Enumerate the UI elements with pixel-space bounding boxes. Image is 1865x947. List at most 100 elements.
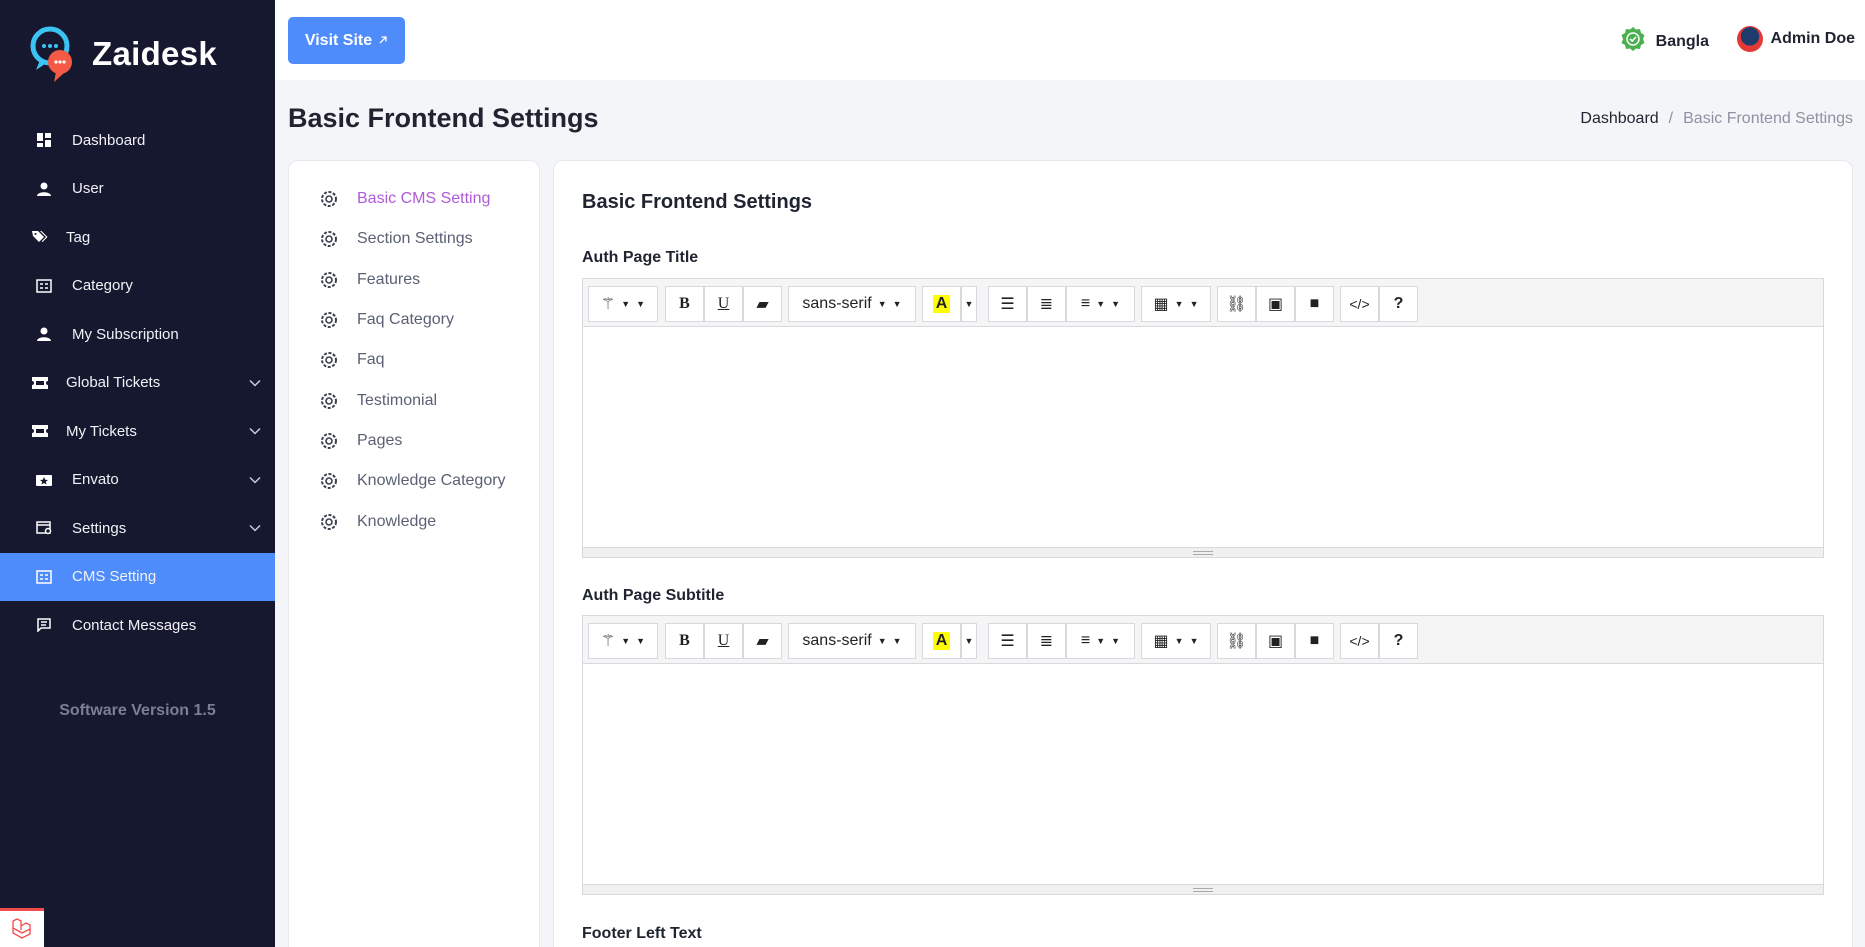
- sidebar-item-label: Dashboard: [72, 131, 146, 149]
- sidebar-item-global-tickets[interactable]: Global Tickets: [0, 359, 275, 408]
- settings-menu-knowledge-category[interactable]: Knowledge Category: [289, 461, 539, 501]
- bold-icon[interactable]: B: [665, 623, 704, 659]
- sidebar-item-category[interactable]: Category: [0, 262, 275, 311]
- table-icon[interactable]: ▦ ▼ ▼: [1141, 623, 1211, 659]
- settings-menu-features[interactable]: Features: [289, 260, 539, 300]
- envato-icon: [36, 472, 52, 488]
- underline-icon[interactable]: U: [704, 286, 743, 322]
- settings-form-card: Basic Frontend Settings Auth Page Title …: [553, 160, 1853, 947]
- settings-menu-faq-category[interactable]: Faq Category: [289, 300, 539, 340]
- sidebar-item-tag[interactable]: Tag: [0, 213, 275, 262]
- breadcrumb-separator: /: [1668, 110, 1674, 127]
- auth-page-title-label: Auth Page Title: [582, 249, 699, 266]
- laravel-debugbar-icon[interactable]: [0, 908, 44, 947]
- auth-page-subtitle-input[interactable]: [583, 664, 1823, 884]
- align-icon[interactable]: ≡ ▼ ▼: [1066, 623, 1135, 659]
- settings-menu-knowledge[interactable]: Knowledge: [289, 501, 539, 541]
- sidebar-item-my-tickets[interactable]: My Tickets: [0, 407, 275, 456]
- magic-icon[interactable]: ⚚ ▼ ▼: [588, 623, 658, 659]
- settings-menu-label: Knowledge: [357, 512, 437, 530]
- page-title: Basic Frontend Settings: [288, 103, 599, 133]
- settings-menu-section-settings[interactable]: Section Settings: [289, 219, 539, 259]
- highlight-icon[interactable]: A: [922, 623, 961, 659]
- link-icon[interactable]: ⛓: [1217, 286, 1256, 322]
- chevron-down-icon: [249, 374, 261, 391]
- sidebar-item-label: User: [72, 180, 104, 198]
- language-switcher[interactable]: Bangla: [1620, 26, 1709, 57]
- sidebar-item-user[interactable]: User: [0, 165, 275, 214]
- font-family-value: sans-serif: [802, 295, 872, 312]
- settings-menu-label: Faq Category: [357, 311, 454, 329]
- breadcrumb-current: Basic Frontend Settings: [1683, 110, 1853, 127]
- sidebar-item-envato[interactable]: Envato: [0, 456, 275, 505]
- sidebar-item-settings[interactable]: Settings: [0, 504, 275, 553]
- settings-menu-pages[interactable]: Pages: [289, 421, 539, 461]
- editor-resize-handle[interactable]: [583, 547, 1823, 557]
- breadcrumb-dashboard-link[interactable]: Dashboard: [1580, 110, 1658, 128]
- underline-icon[interactable]: U: [704, 623, 743, 659]
- sidebar: Zaidesk Dashboard User Tag Category My S…: [0, 0, 275, 947]
- gear-icon: [319, 471, 339, 491]
- sidebar-item-label: Category: [72, 277, 133, 295]
- zaidesk-logo-icon: [30, 24, 78, 84]
- brand-name: Zaidesk: [92, 35, 217, 72]
- editor-toolbar: ⚚ ▼ ▼ B U ▰ sans-serif ▼ ▼ A ▼ ☰ ≣ ≡ ▼ ▼ ▦ ▼ ▼ ⛓…: [583, 616, 1823, 664]
- settings-menu-label: Pages: [357, 431, 403, 449]
- highlight-dropdown[interactable]: ▼: [961, 286, 977, 322]
- eraser-icon[interactable]: ▰: [743, 623, 782, 659]
- settings-menu-basic-cms-setting[interactable]: Basic CMS Setting: [289, 179, 539, 219]
- sidebar-item-contact-messages[interactable]: Contact Messages: [0, 601, 275, 650]
- font-family-select[interactable]: sans-serif ▼ ▼: [788, 286, 916, 322]
- gear-icon: [319, 229, 339, 249]
- ticket-icon: [32, 423, 48, 439]
- editor-resize-handle[interactable]: [583, 884, 1823, 894]
- settings-menu-faq[interactable]: Faq: [289, 340, 539, 380]
- auth-page-title-editor: ⚚ ▼ ▼ B U ▰ sans-serif ▼ ▼ A ▼ ☰ ≣ ≡ ▼ ▼ ▦ ▼ ▼ ⛓…: [582, 278, 1824, 558]
- visit-site-button[interactable]: Visit Site: [288, 17, 405, 64]
- sidebar-item-label: My Subscription: [72, 325, 179, 343]
- form-title: Basic Frontend Settings: [582, 191, 813, 213]
- video-icon[interactable]: ■: [1295, 286, 1334, 322]
- ordered-list-icon[interactable]: ≣: [1027, 623, 1066, 659]
- sidebar-item-label: Envato: [72, 471, 119, 489]
- external-link-icon: [378, 32, 388, 50]
- code-view-icon[interactable]: </>: [1340, 623, 1379, 659]
- user-menu[interactable]: Admin Doe: [1736, 26, 1855, 52]
- settings-icon: [36, 520, 52, 536]
- unordered-list-icon[interactable]: ☰: [988, 623, 1027, 659]
- brand[interactable]: Zaidesk: [30, 24, 217, 84]
- font-family-value: sans-serif: [802, 632, 872, 649]
- help-icon[interactable]: ?: [1379, 623, 1418, 659]
- gear-icon: [319, 270, 339, 290]
- gear-icon: [319, 350, 339, 370]
- sidebar-item-label: Tag: [66, 228, 91, 246]
- align-icon[interactable]: ≡ ▼ ▼: [1066, 286, 1135, 322]
- sidebar-item-dashboard[interactable]: Dashboard: [0, 116, 275, 165]
- auth-page-title-input[interactable]: [583, 327, 1823, 547]
- unordered-list-icon[interactable]: ☰: [988, 286, 1027, 322]
- cms-settings-menu: Basic CMS Setting Section Settings Featu…: [288, 160, 540, 947]
- gear-icon: [319, 391, 339, 411]
- bold-icon[interactable]: B: [665, 286, 704, 322]
- code-view-icon[interactable]: </>: [1340, 286, 1379, 322]
- language-flag-icon: [1620, 26, 1646, 57]
- sidebar-item-label: Global Tickets: [66, 374, 161, 392]
- table-icon[interactable]: ▦ ▼ ▼: [1141, 286, 1211, 322]
- settings-menu-testimonial[interactable]: Testimonial: [289, 380, 539, 420]
- font-family-select[interactable]: sans-serif ▼ ▼: [788, 623, 916, 659]
- highlight-icon[interactable]: A: [922, 286, 961, 322]
- message-icon: [36, 617, 52, 633]
- ordered-list-icon[interactable]: ≣: [1027, 286, 1066, 322]
- highlight-dropdown[interactable]: ▼: [961, 623, 977, 659]
- sidebar-item-label: Settings: [72, 519, 127, 537]
- image-icon[interactable]: ▣: [1256, 286, 1295, 322]
- image-icon[interactable]: ▣: [1256, 623, 1295, 659]
- help-icon[interactable]: ?: [1379, 286, 1418, 322]
- settings-menu-label: Faq: [357, 351, 385, 369]
- sidebar-item-cms-setting[interactable]: CMS Setting: [0, 552, 275, 601]
- link-icon[interactable]: ⛓: [1217, 623, 1256, 659]
- video-icon[interactable]: ■: [1295, 623, 1334, 659]
- eraser-icon[interactable]: ▰: [743, 286, 782, 322]
- sidebar-item-my-subscription[interactable]: My Subscription: [0, 310, 275, 359]
- magic-icon[interactable]: ⚚ ▼ ▼: [588, 286, 658, 322]
